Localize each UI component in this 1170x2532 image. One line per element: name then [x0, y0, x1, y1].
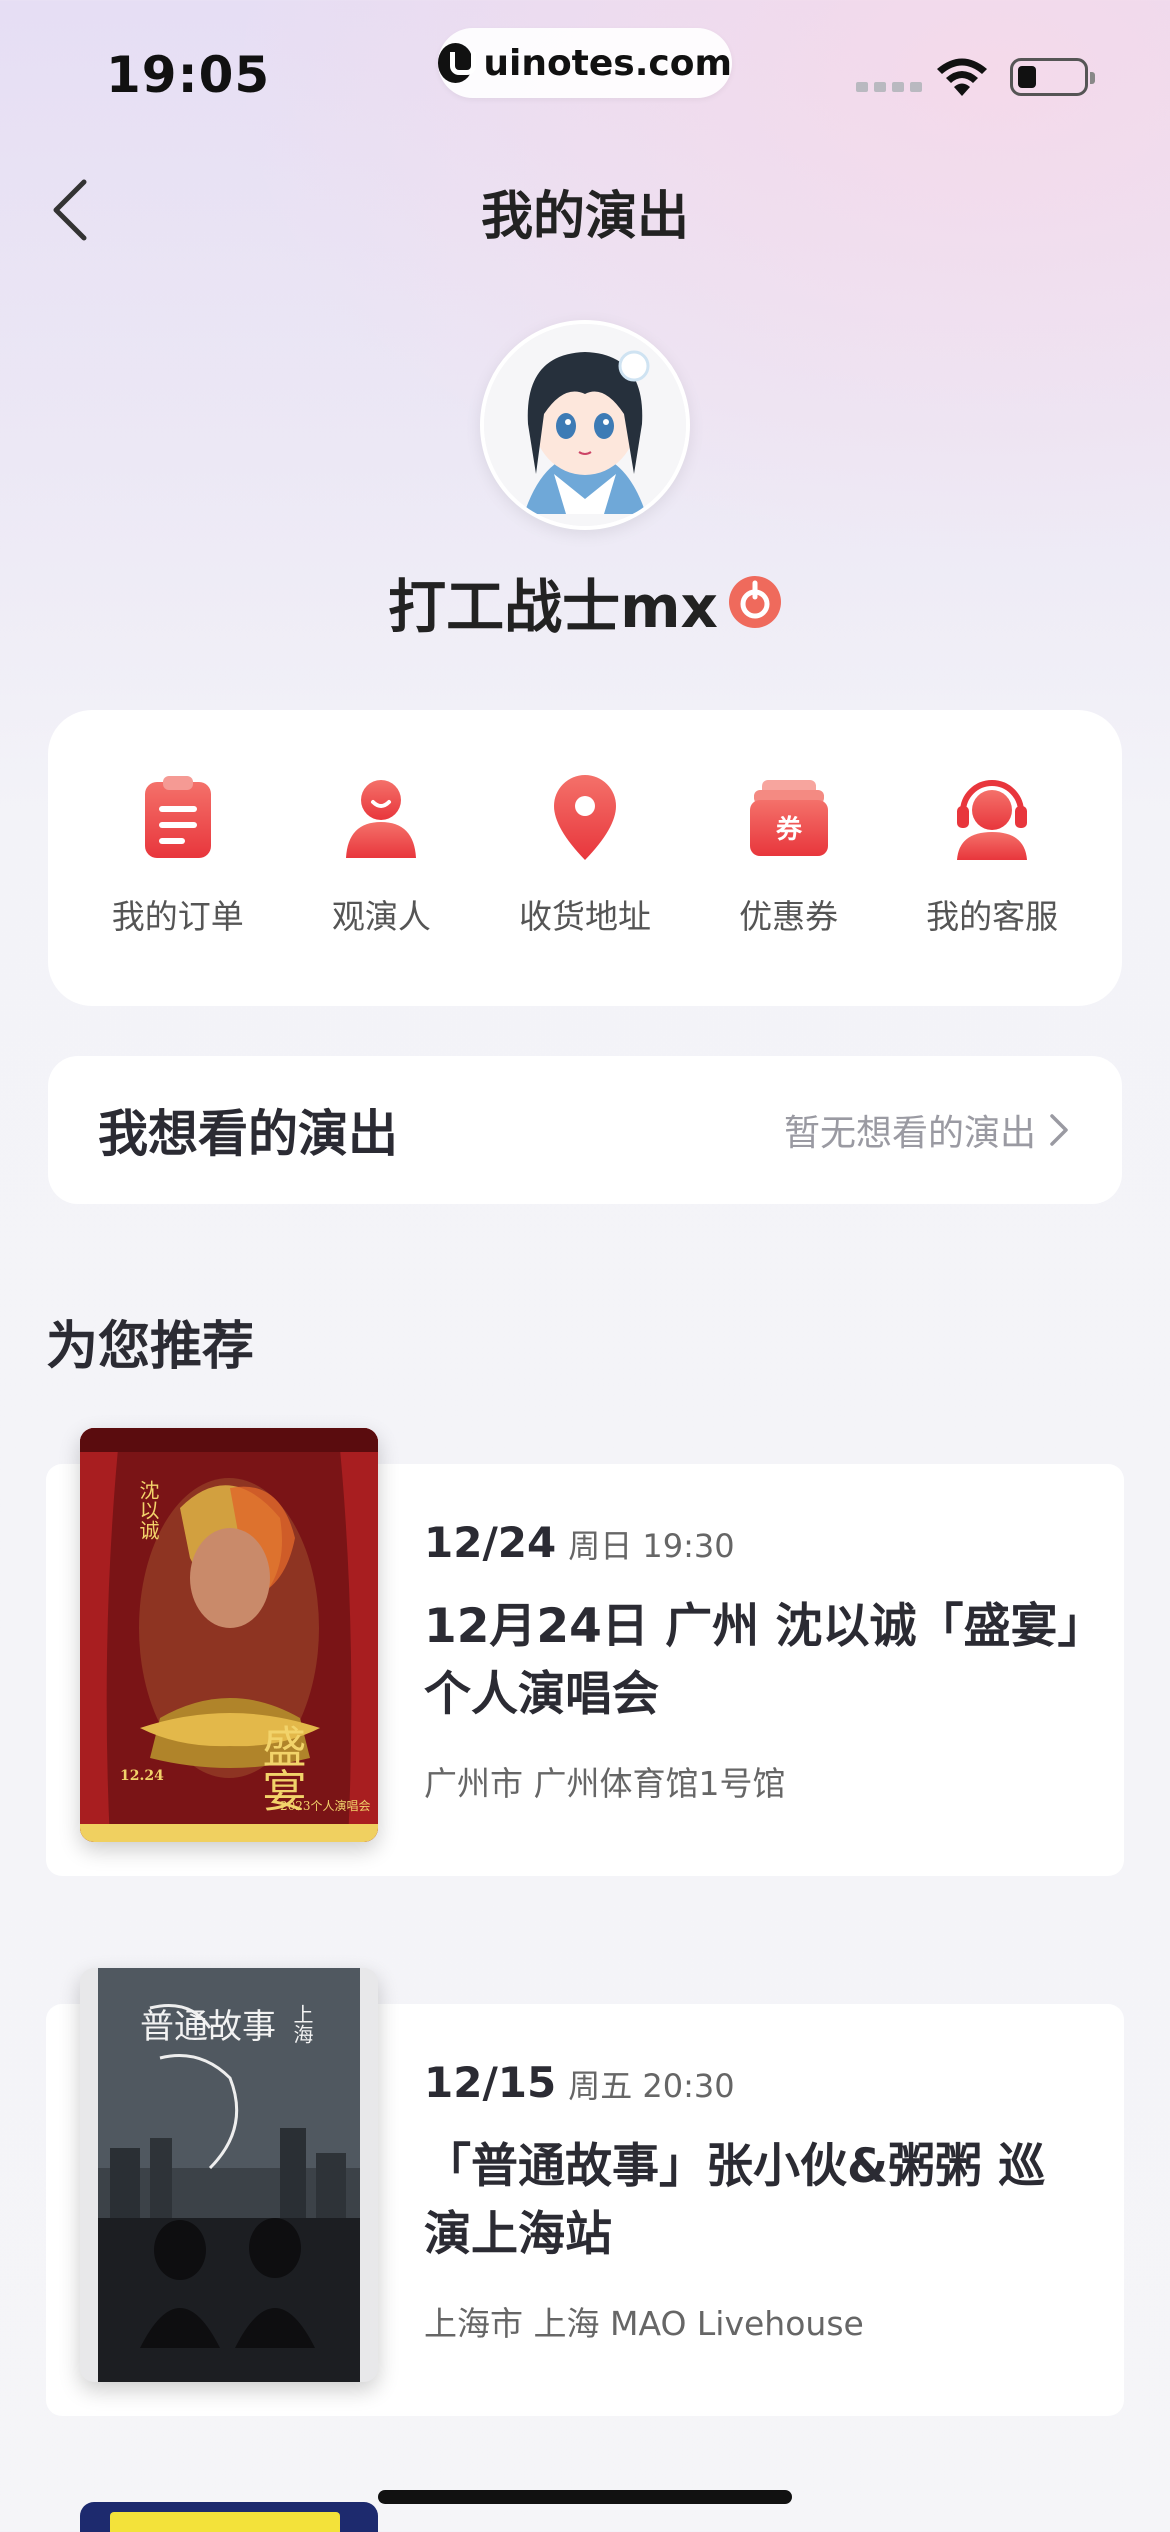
show-card[interactable]: 普通故事 上海 12/15 周五 20:30 「普通故事」张小伙&粥粥 巡演上海… — [46, 1968, 1124, 2416]
customer-service-icon — [957, 780, 1028, 860]
action-attendees[interactable]: 观演人 — [286, 772, 476, 938]
username-row: 打工战士mx — [0, 560, 1170, 644]
show-info: 12/15 周五 20:30 「普通故事」张小伙&粥粥 巡演上海站 上海市 上海… — [424, 2058, 1084, 2345]
poster-subtitle: 2023个人演唱会 — [280, 1798, 371, 1813]
site-logo-icon — [438, 43, 477, 83]
next-show-poster-peek[interactable] — [80, 2502, 378, 2532]
show-date-main: 12/24 — [424, 1518, 557, 1567]
show-venue: 上海市 上海 MAO Livehouse — [424, 2304, 864, 2343]
show-poster: 普通故事 上海 — [80, 1968, 378, 2382]
action-label: 观演人 — [331, 897, 431, 936]
poster-name: 普通故事 — [140, 2007, 276, 2047]
show-venue: 广州市 广州体育馆1号馆 — [424, 1764, 786, 1803]
show-weekday-time: 周日 19:30 — [568, 1527, 735, 1565]
show-card[interactable]: 沈以诚 盛宴 2023个人演唱会 12.24 12/24 周日 19:30 12… — [46, 1428, 1124, 1876]
wishlist-title: 我想看的演出 — [98, 1105, 398, 1163]
location-pin-icon — [553, 775, 616, 860]
show-info: 12/24 周日 19:30 12月24日 广州 沈以诚「盛宴」个人演唱会 广州… — [424, 1518, 1084, 1805]
show-poster: 沈以诚 盛宴 2023个人演唱会 12.24 — [80, 1428, 378, 1842]
quick-actions-card: 我的订单 观演人 收货地址 券 优惠券 我的客服 — [48, 710, 1122, 1006]
action-my-orders[interactable]: 我的订单 — [83, 772, 273, 938]
vip-badge-icon — [728, 576, 781, 628]
show-title: 12月24日 广州 沈以诚「盛宴」个人演唱会 — [424, 1599, 1082, 1722]
status-time: 19:05 — [106, 46, 271, 104]
chevron-right-icon — [1050, 1114, 1068, 1146]
url-text: uinotes.com — [483, 42, 732, 84]
action-customer-service[interactable]: 我的客服 — [897, 772, 1087, 938]
show-date: 12/15 周五 20:30 — [424, 2058, 1084, 2107]
username: 打工战士mx — [388, 573, 718, 641]
poster-city: 上海 — [290, 2004, 314, 2044]
order-clipboard-icon — [144, 776, 211, 858]
show-date: 12/24 周日 19:30 — [424, 1518, 1084, 1567]
action-label: 优惠券 — [739, 897, 839, 936]
wifi-icon — [937, 58, 987, 96]
url-pill[interactable]: uinotes.com — [438, 28, 732, 98]
action-label: 我的订单 — [111, 897, 244, 936]
show-date-main: 12/15 — [424, 2058, 557, 2107]
show-weekday-time: 周五 20:30 — [568, 2067, 735, 2105]
wishlist-right: 暂无想看的演出 — [784, 1104, 1070, 1156]
person-icon — [346, 780, 417, 858]
cellular-signal-icon — [856, 82, 922, 92]
action-label: 我的客服 — [926, 897, 1059, 936]
page-title: 我的演出 — [480, 187, 689, 247]
avatar[interactable] — [480, 320, 690, 530]
recommend-section-title: 为您推荐 — [46, 1317, 255, 1377]
avatar-illustration — [484, 324, 686, 526]
action-label: 收货地址 — [518, 897, 651, 936]
action-coupons[interactable]: 券 优惠券 — [694, 772, 884, 938]
status-bar: 19:05 uinotes.com — [0, 0, 1170, 140]
wishlist-empty-text: 暂无想看的演出 — [783, 1113, 1036, 1154]
action-shipping-address[interactable]: 收货地址 — [490, 772, 680, 938]
poster-artist: 沈以诚 — [136, 1480, 160, 1540]
battery-icon — [1010, 58, 1095, 96]
poster-date: 12.24 — [120, 1768, 164, 1784]
coupon-icon: 券 — [749, 780, 828, 856]
home-indicator — [378, 2490, 792, 2504]
show-title: 「普通故事」张小伙&粥粥 巡演上海站 — [424, 2139, 1046, 2262]
wishlist-row[interactable]: 我想看的演出 暂无想看的演出 — [48, 1056, 1122, 1204]
coupon-icon-text: 券 — [776, 815, 803, 845]
